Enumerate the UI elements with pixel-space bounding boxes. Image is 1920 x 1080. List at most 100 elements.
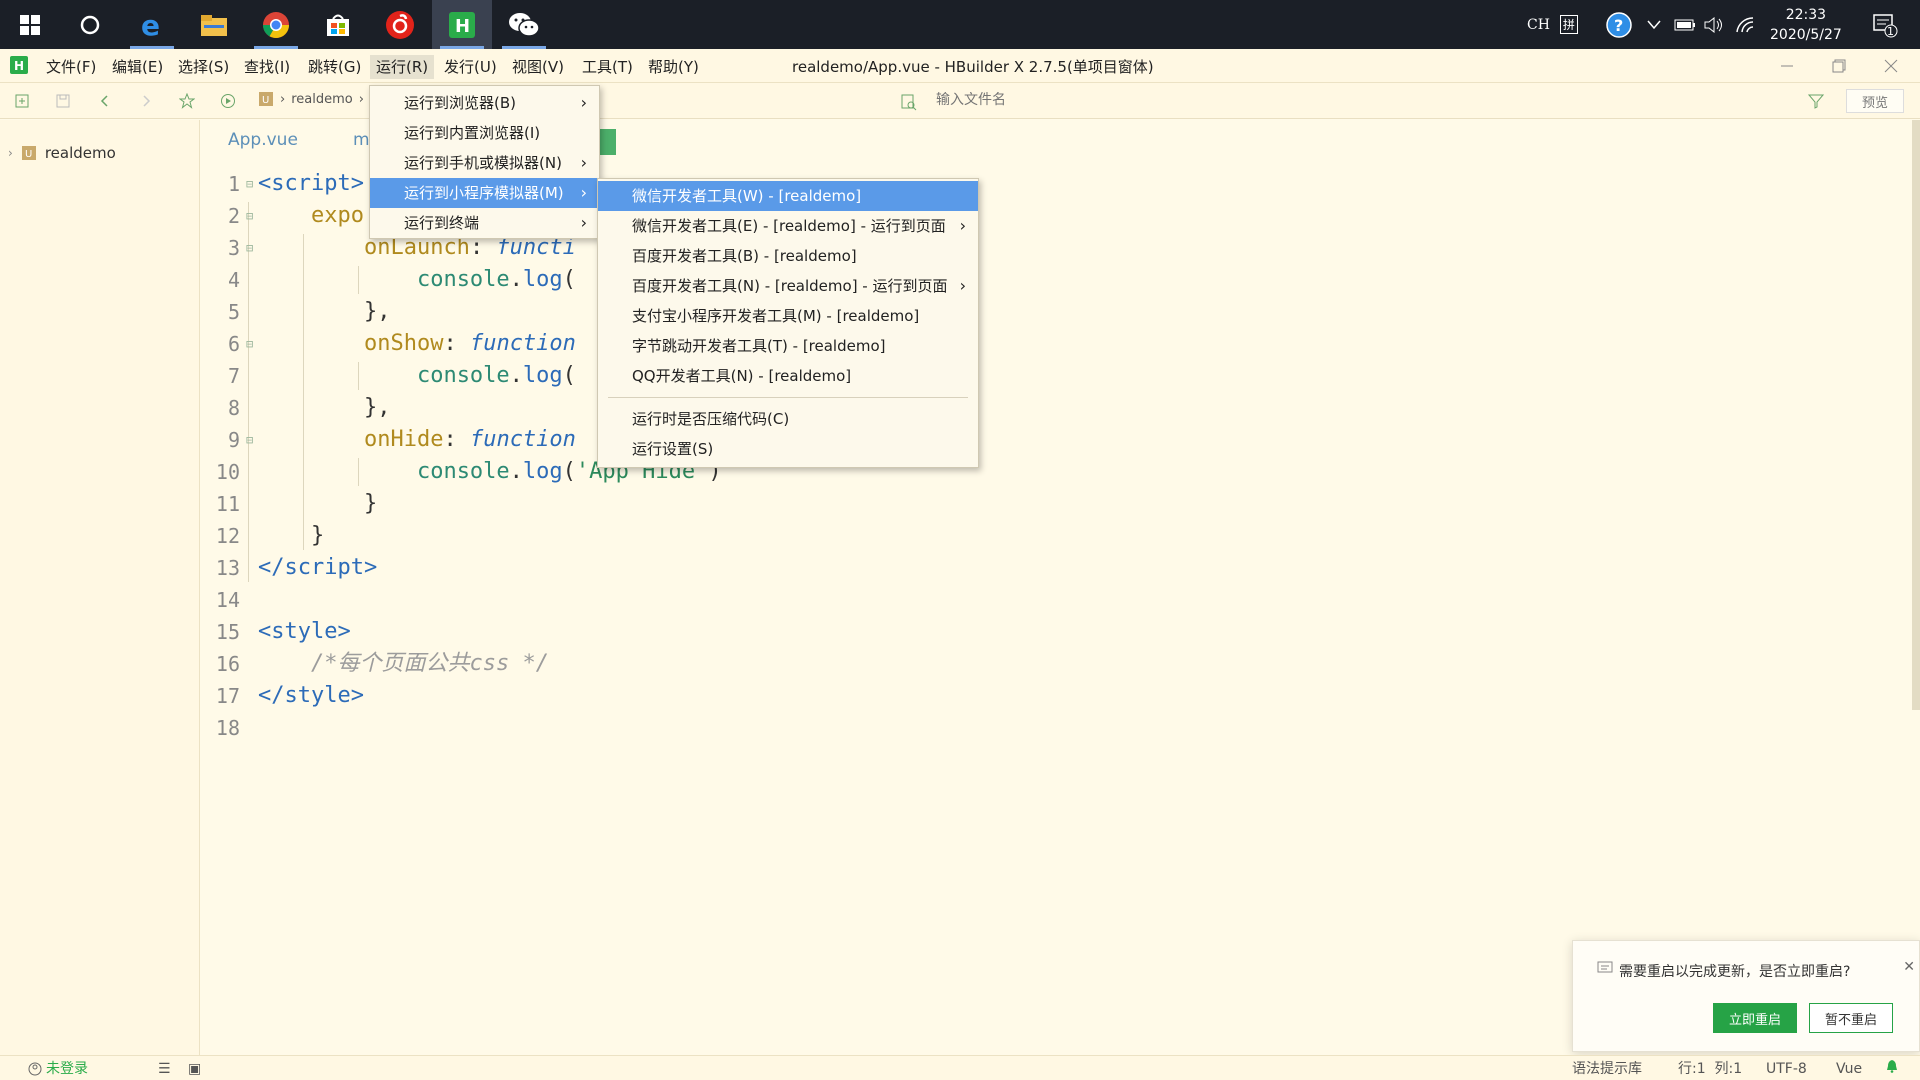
new-file-icon[interactable] (12, 91, 32, 111)
restore-button[interactable] (1814, 49, 1864, 83)
hbuilder-icon[interactable]: H (432, 0, 492, 49)
list-icon[interactable]: ☰ (158, 1059, 171, 1079)
chevron-right-icon: › (580, 93, 587, 112)
file-search-input[interactable] (936, 92, 1536, 108)
filter-icon[interactable] (1808, 93, 1824, 109)
star-icon[interactable] (177, 91, 197, 111)
project-tree-root[interactable]: › U realdemo (8, 144, 116, 162)
clock-date: 2020/5/27 (1770, 26, 1842, 43)
wechat-icon[interactable] (494, 0, 554, 49)
line-number: 14 (215, 588, 240, 612)
ime-mode-label: 拼 (1559, 15, 1578, 34)
menu-publish[interactable]: 发行(U) (438, 55, 503, 79)
chrome-icon[interactable] (246, 0, 306, 49)
run-menu-item-phone[interactable]: 运行到手机或模拟器(N) › (370, 148, 599, 178)
fold-toggle-icon[interactable]: ⊟ (246, 168, 253, 200)
file-search-icon (901, 94, 917, 111)
chevron-right-icon[interactable]: › (8, 146, 13, 160)
bell-icon[interactable] (1886, 1059, 1898, 1079)
chevron-right-icon: › (580, 183, 587, 202)
login-label: 未登录 (46, 1061, 88, 1077)
svg-text:H: H (14, 59, 24, 73)
submenu-item-alipay[interactable]: 支付宝小程序开发者工具(M) - [realdemo] (598, 301, 978, 331)
clock-time: 22:33 (1785, 6, 1827, 23)
volume-icon[interactable] (1703, 0, 1725, 49)
forward-arrow-icon[interactable] (136, 91, 156, 111)
syntax-hint-library[interactable]: 语法提示库 (1572, 1059, 1642, 1079)
run-menu-item-terminal[interactable]: 运行到终端 › (370, 208, 599, 238)
file-explorer-icon[interactable] (184, 0, 244, 49)
store-icon[interactable] (308, 0, 368, 49)
restart-now-button[interactable]: 立即重启 (1713, 1003, 1797, 1033)
chevron-up-tray-icon[interactable] (1646, 0, 1662, 49)
project-panel: › U realdemo (0, 120, 200, 1055)
close-icon[interactable]: ✕ (1903, 959, 1915, 975)
tab-active-marker (600, 129, 616, 155)
notification-center-icon[interactable]: 1 (1872, 0, 1898, 49)
menu-item-label: 运行到小程序模拟器(M) (404, 184, 564, 202)
edge-icon[interactable]: e (122, 0, 182, 49)
menu-item-label: 字节跳动开发者工具(T) - [realdemo] (632, 337, 886, 355)
menu-tools[interactable]: 工具(T) (576, 55, 639, 79)
run-menu-item-browser[interactable]: 运行到浏览器(B) › (370, 88, 599, 118)
submenu-item-qq[interactable]: QQ开发者工具(N) - [realdemo] (598, 361, 978, 391)
menu-select[interactable]: 选择(S) (172, 55, 235, 79)
notification-count-badge: 1 (1887, 25, 1894, 38)
run-menu-item-builtin-browser[interactable]: 运行到内置浏览器(I) (370, 118, 599, 148)
menu-goto[interactable]: 跳转(G) (302, 55, 367, 79)
clock[interactable]: 22:33 2020/5/27 (1770, 0, 1842, 49)
menu-file[interactable]: 文件(F) (40, 55, 102, 79)
menu-item-label: 百度开发者工具(N) - [realdemo] - 运行到页面 (632, 277, 948, 295)
line-number: 7 (227, 364, 240, 388)
fold-toggle-icon[interactable]: ⊟ (246, 328, 253, 360)
netease-music-icon[interactable] (370, 0, 430, 49)
tab-app-vue[interactable]: App.vue (228, 130, 298, 150)
fold-toggle-icon[interactable]: ⊟ (246, 200, 253, 232)
close-window-button[interactable] (1866, 49, 1916, 83)
battery-icon[interactable] (1674, 0, 1696, 49)
run-menu-dropdown: 运行到浏览器(B) › 运行到内置浏览器(I) 运行到手机或模拟器(N) › 运行到… (369, 85, 600, 239)
tab-second[interactable]: m (353, 130, 370, 150)
hbuilder-app-icon: H (10, 56, 28, 78)
submenu-item-run-settings[interactable]: 运行设置(S) (598, 434, 978, 464)
menu-item-label: 运行设置(S) (632, 440, 714, 458)
input-method-indicator[interactable]: CH 拼 (1527, 0, 1578, 49)
run-play-icon[interactable] (218, 91, 238, 111)
submenu-item-compress[interactable]: 运行时是否压缩代码(C) (598, 404, 978, 434)
submenu-item-wechat-page[interactable]: 微信开发者工具(E) - [realdemo] - 运行到页面 › (598, 211, 978, 241)
breadcrumb-project[interactable]: realdemo (291, 92, 353, 107)
menu-run[interactable]: 运行(R) (370, 55, 435, 79)
menu-edit[interactable]: 编辑(E) (106, 55, 169, 79)
submenu-item-bytedance[interactable]: 字节跳动开发者工具(T) - [realdemo] (598, 331, 978, 361)
submenu-item-baidu-page[interactable]: 百度开发者工具(N) - [realdemo] - 运行到页面 › (598, 271, 978, 301)
submenu-item-wechat[interactable]: 微信开发者工具(W) - [realdemo] (598, 181, 978, 211)
preview-button[interactable]: 预览 (1846, 89, 1904, 113)
svg-text:H: H (455, 16, 470, 37)
chevron-right-icon: › (959, 216, 966, 235)
fold-toggle-icon[interactable]: ⊟ (246, 232, 253, 264)
help-icon[interactable]: ? (1605, 0, 1633, 49)
submenu-item-baidu[interactable]: 百度开发者工具(B) - [realdemo] (598, 241, 978, 271)
login-status[interactable]: 未登录 (28, 1059, 88, 1079)
wifi-icon[interactable] (1735, 0, 1757, 49)
windows-start-icon[interactable] (0, 0, 60, 49)
menu-help[interactable]: 帮助(Y) (642, 55, 705, 79)
code-editor[interactable]: App.vue m 1 ⊟ <script> 2 ⊟ expo 3 ⊟ onLaunch… (200, 120, 1912, 1055)
run-menu-item-miniprogram[interactable]: 运行到小程序模拟器(M) › (370, 178, 599, 208)
terminal-icon[interactable]: ▣ (188, 1059, 201, 1079)
project-icon: U (259, 92, 273, 106)
fold-toggle-icon[interactable]: ⊟ (246, 424, 253, 456)
editor-vertical-scrollbar[interactable] (1912, 120, 1920, 710)
menu-find[interactable]: 查找(I) (238, 55, 296, 79)
menu-view[interactable]: 视图(V) (506, 55, 570, 79)
back-arrow-icon[interactable] (95, 91, 115, 111)
cursor-position[interactable]: 行:1 列:1 (1678, 1059, 1742, 1079)
minimize-button[interactable] (1762, 49, 1812, 83)
language-mode[interactable]: Vue (1836, 1059, 1862, 1079)
search-circle-icon[interactable] (60, 0, 120, 49)
line-number: 18 (215, 716, 240, 740)
line-number: 3 (227, 236, 240, 260)
encoding[interactable]: UTF-8 (1766, 1059, 1807, 1079)
restart-later-button[interactable]: 暂不重启 (1809, 1003, 1893, 1033)
save-icon[interactable] (53, 91, 73, 111)
